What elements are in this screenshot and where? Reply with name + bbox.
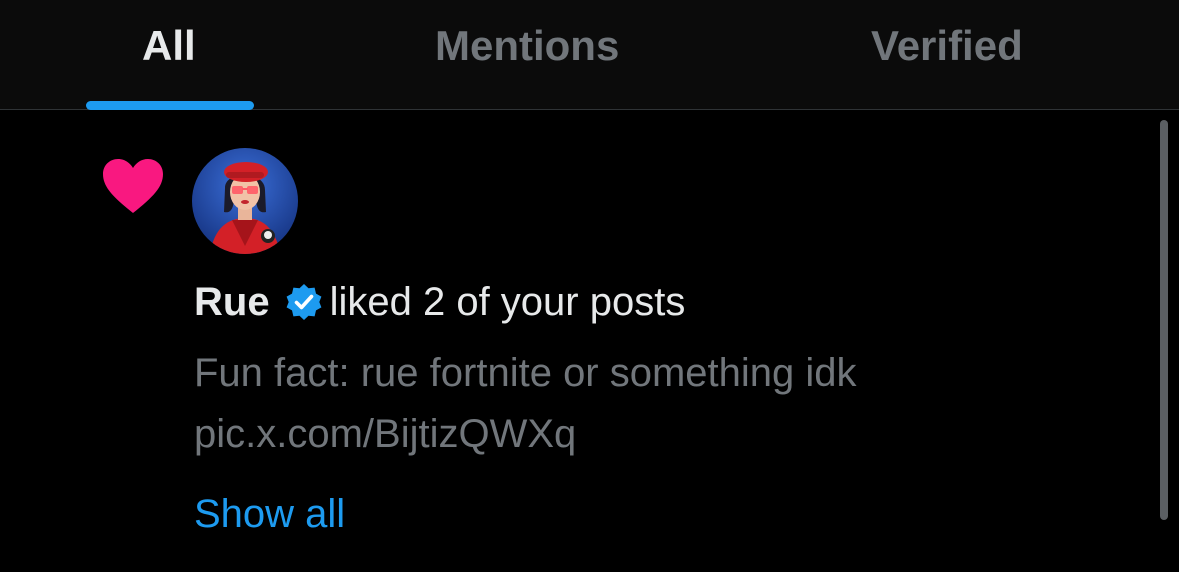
notifications-page: All Mentions Verified Rue liked 2 of you… <box>0 0 1179 572</box>
tab-mentions[interactable]: Mentions <box>435 20 619 72</box>
avatar[interactable] <box>192 148 298 254</box>
active-tab-indicator <box>86 101 254 110</box>
notification-action-text: liked 2 of your posts <box>329 280 686 324</box>
notifications-tab-bar: All Mentions Verified <box>0 0 1179 110</box>
post-text-line: Fun fact: rue fortnite or something idk <box>194 351 857 395</box>
user-name[interactable]: Rue <box>194 280 270 324</box>
tab-all[interactable]: All <box>142 20 196 72</box>
liked-post-preview[interactable]: Fun fact: rue fortnite or something idk … <box>194 343 1014 465</box>
verified-badge-icon <box>286 284 321 320</box>
notification-summary: Rue liked 2 of your posts <box>194 276 685 328</box>
tab-verified[interactable]: Verified <box>871 20 1023 72</box>
show-all-link[interactable]: Show all <box>194 488 345 540</box>
scrollbar[interactable] <box>1160 120 1168 520</box>
like-notification[interactable]: Rue liked 2 of your posts Fun fact: rue … <box>0 111 1179 572</box>
heart-icon <box>103 159 163 213</box>
post-link-text: pic.x.com/BijtizQWXq <box>194 412 577 456</box>
